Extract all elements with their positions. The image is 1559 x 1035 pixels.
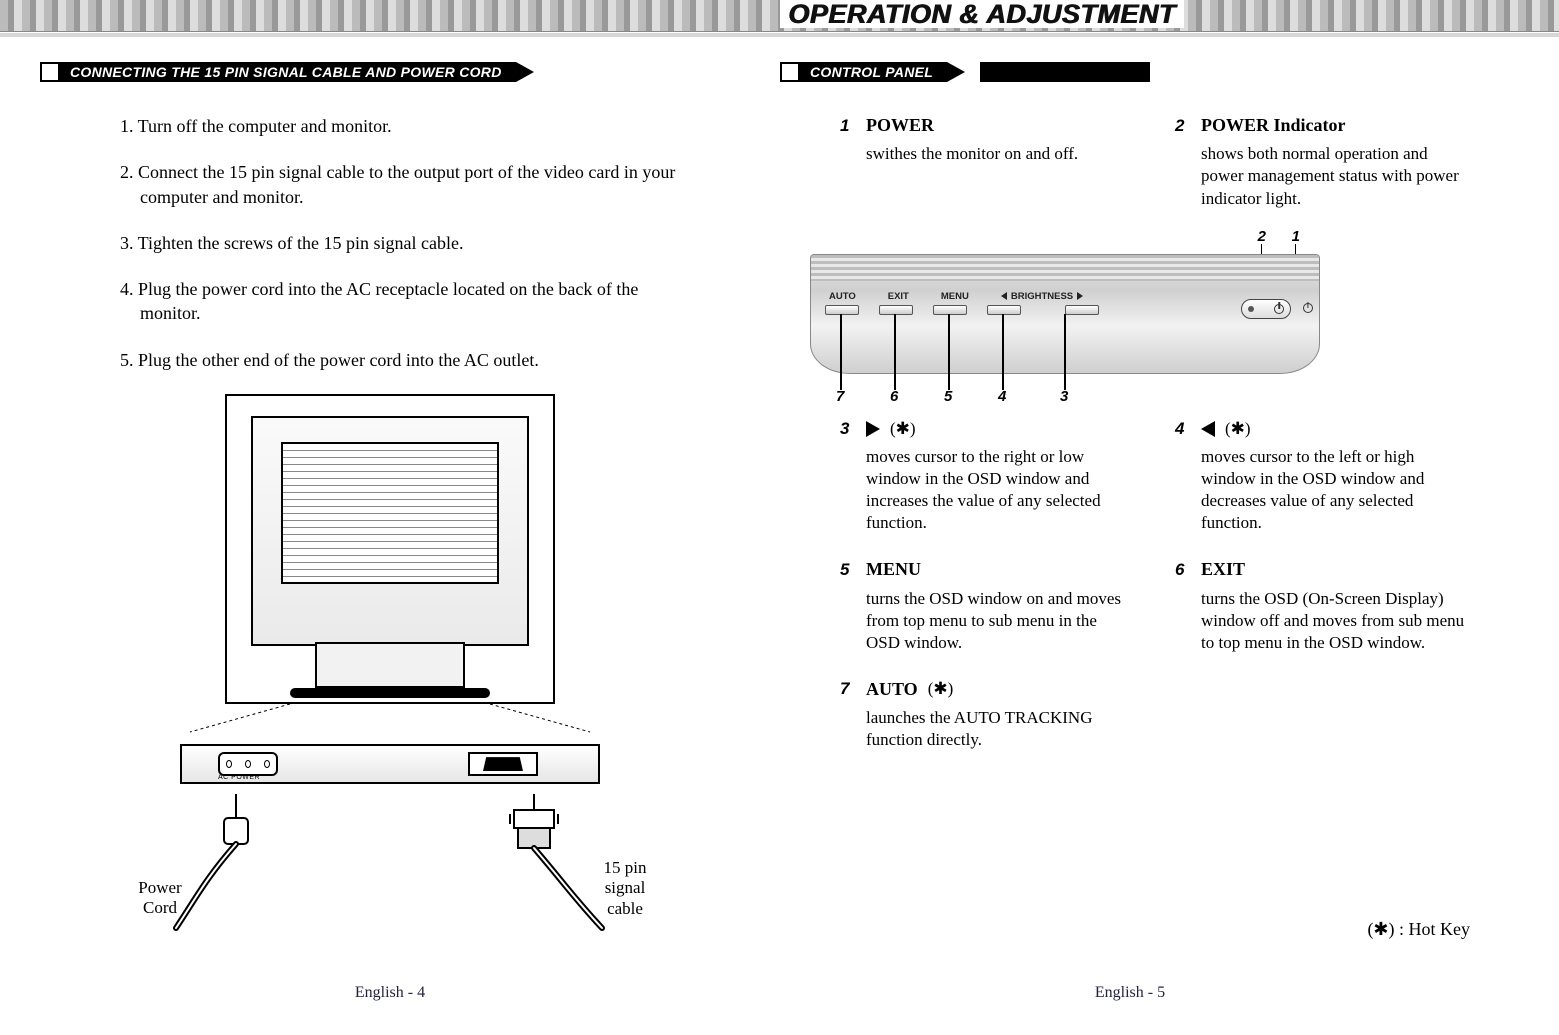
control-desc-exit: turns the OSD (On-Screen Display) window… [1201,588,1470,654]
panel-power-button [1241,299,1291,319]
section-heading-control-panel: CONTROL PANEL [780,60,1480,84]
callout-num-4: 4 [998,388,1006,405]
hotkey-mark-7: (✱) [928,678,954,700]
control-title-auto: AUTO [866,678,918,701]
control-title-power: POWER [866,114,934,137]
monitor-stand [315,642,465,688]
vga-port [468,752,538,776]
zoom-dashed-lines [180,704,600,734]
step-3: 3. Tighten the screws of the 15 pin sign… [120,231,700,255]
control-item-power-indicator: 2 POWER Indicator shows both normal oper… [1175,114,1470,210]
right-arrow-icon [866,421,880,437]
control-title-power-indicator: POWER Indicator [1201,114,1346,137]
control-desc-power: swithes the monitor on and off. [866,143,1135,165]
callout-num-1: 1 [1292,228,1300,245]
section-heading-connecting: CONNECTING THE 15 PIN SIGNAL CABLE AND P… [40,60,740,84]
section-heading-text: CONTROL PANEL [780,62,947,82]
page-number-right: English - 5 [1095,984,1165,1002]
control-num-3: 3 [840,418,856,440]
brightness-left-arrow-icon [1001,292,1007,300]
left-arrow-icon [1201,421,1215,437]
control-item-menu: 5 MENU turns the OSD window on and moves… [840,558,1135,654]
control-item-power: 1 POWER swithes the monitor on and off. [840,114,1135,210]
brightness-right-arrow-icon [1077,292,1083,300]
signal-cable-label: 15 pinsignalcable [580,858,670,919]
panel-key-left [987,305,1021,315]
panel-key-right [1065,305,1099,315]
power-symbol-icon [1274,304,1284,314]
hotkey-legend: (✱) : Hot Key [1367,919,1470,940]
callout-num-3: 3 [1060,388,1068,405]
control-num-2: 2 [1175,115,1191,137]
control-num-4: 4 [1175,418,1191,440]
control-num-1: 1 [840,115,856,137]
section-heading-text: CONNECTING THE 15 PIN SIGNAL CABLE AND P… [40,62,516,82]
monitor-base [290,688,490,698]
panel-key-menu [933,305,967,315]
step-5: 5. Plug the other end of the power cord … [120,348,700,372]
control-item-right-arrow: 3 (✱) moves cursor to the right or low w… [840,418,1135,534]
page-right: CONTROL PANEL 1 POWER swithes the monito… [780,50,1480,1010]
callout-num-5: 5 [944,388,952,405]
power-symbol-outside-icon [1303,303,1313,313]
control-item-exit: 6 EXIT turns the OSD (On-Screen Display)… [1175,558,1470,654]
monitor-shell [251,416,529,646]
cables-diagram: PowerCord 15 pinsignalcable [110,788,670,948]
page-number-left: English - 4 [355,984,425,1002]
panel-key-exit [879,305,913,315]
callout-num-2: 2 [1258,228,1266,245]
instruction-steps: 1. Turn off the computer and monitor. 2.… [120,114,700,372]
power-cord-plug-icon [166,788,316,943]
control-title-exit: EXIT [1201,558,1245,581]
step-4: 4. Plug the power cord into the AC recep… [120,277,700,326]
control-panel-figure: 2 1 AUTO EXIT MENU BRIGHTNESS [810,234,1320,404]
panel-label-auto: AUTO [829,291,856,302]
step-1: 1. Turn off the computer and monitor. [120,114,700,138]
power-cord-label: PowerCord [110,878,210,919]
power-led-icon [1248,306,1254,312]
control-item-left-arrow: 4 (✱) moves cursor to the left or high w… [1175,418,1470,534]
ac-power-port [218,752,278,776]
control-desc-right-arrow: moves cursor to the right or low window … [866,446,1135,534]
chapter-title: OPERATION & ADJUSTMENT [780,0,1184,28]
callout-num-7: 7 [836,388,844,405]
control-num-6: 6 [1175,559,1191,581]
control-title-menu: MENU [866,558,921,581]
panel-keys [825,305,1099,315]
page-left: CONNECTING THE 15 PIN SIGNAL CABLE AND P… [40,50,740,1010]
panel-label-menu: MENU [941,291,969,302]
panel-label-brightness: BRIGHTNESS [1011,291,1073,302]
port-bar-diagram: AC POWER [180,744,600,784]
control-desc-auto: launches the AUTO TRACKING function dire… [866,707,1135,751]
panel-key-auto [825,305,859,315]
panel-button-labels: AUTO EXIT MENU BRIGHTNESS [829,291,1083,302]
control-num-7: 7 [840,678,856,700]
control-desc-power-indicator: shows both normal operation and power ma… [1201,143,1470,209]
control-desc-menu: turns the OSD window on and moves from t… [866,588,1135,654]
control-desc-left-arrow: moves cursor to the left or high window … [1201,446,1470,534]
monitor-vent-panel [281,442,499,584]
monitor-rear-diagram [225,394,555,704]
callout-num-6: 6 [890,388,898,405]
hotkey-mark-4: (✱) [1225,418,1251,440]
ac-power-label: AC POWER [218,774,260,781]
hotkey-mark-3: (✱) [890,418,916,440]
control-item-auto: 7 AUTO (✱) launches the AUTO TRACKING fu… [840,678,1135,752]
panel-label-exit: EXIT [888,291,909,302]
step-2: 2. Connect the 15 pin signal cable to th… [120,160,700,209]
control-num-5: 5 [840,559,856,581]
